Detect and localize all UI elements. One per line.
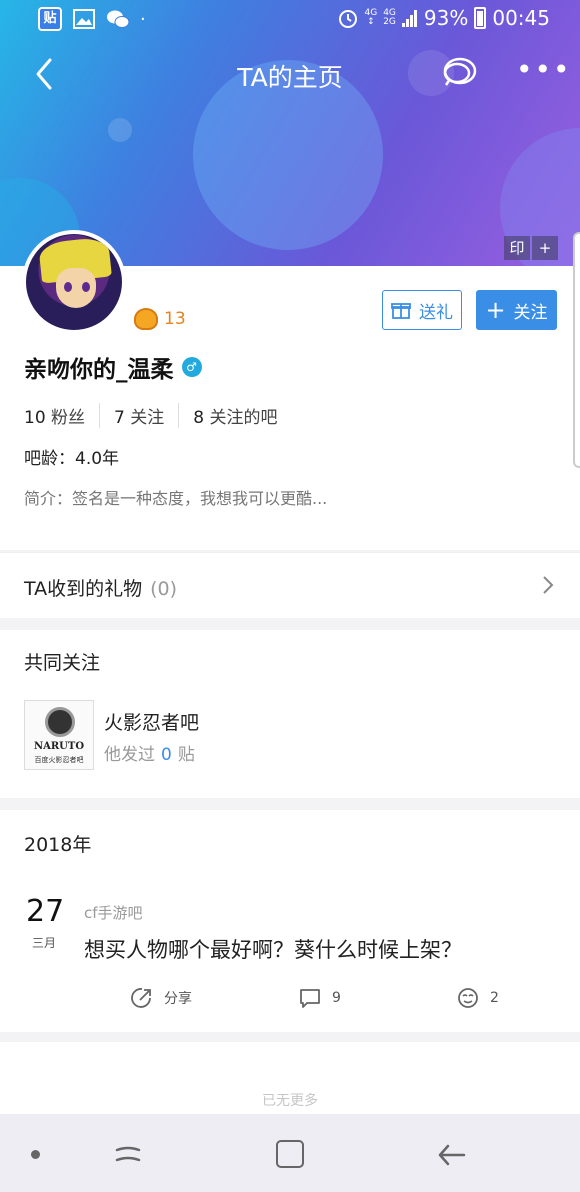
add-cover-button[interactable]: + <box>532 236 558 260</box>
clock: 00:45 <box>492 6 550 30</box>
nav-dot-icon[interactable] <box>31 1150 40 1159</box>
username-text: 亲吻你的_温柔 <box>24 357 174 383</box>
send-gift-label: 送礼 <box>419 302 453 323</box>
comment-count: 9 <box>332 990 341 1006</box>
decor-bubble <box>108 118 132 142</box>
stat-fans[interactable]: 10 粉丝 <box>24 403 101 428</box>
no-more-text: 已无更多 <box>262 1093 318 1109</box>
home-icon[interactable] <box>276 1140 304 1168</box>
post-actions: 分享 9 2 <box>0 986 580 1016</box>
more-options-icon[interactable]: ••• <box>516 56 570 86</box>
wechat-icon <box>107 10 130 28</box>
avatar-eye <box>64 282 72 292</box>
post-day: 27 <box>26 894 65 929</box>
gender-badge-icon: ♂ <box>181 357 202 377</box>
section-title: 共同关注 <box>24 652 101 674</box>
page-title: TA的主页 <box>237 63 343 92</box>
signal-icon <box>401 10 417 27</box>
profile-header-banner: 贴 · 4G ↕ 4G 2G 93% 00:45 TA的主页 ••• 印 + <box>0 0 580 268</box>
gifts-count: (0) <box>150 578 178 600</box>
top-nav: TA的主页 ••• <box>0 48 580 100</box>
alarm-icon <box>338 10 357 28</box>
thumb-subtitle: 百度火影忍者吧 <box>34 756 84 764</box>
like-count: 2 <box>490 990 499 1006</box>
notification-dot: · <box>140 8 146 30</box>
share-icon <box>131 988 151 1008</box>
share-button[interactable]: 分享 <box>130 986 192 1010</box>
bar-post-count: 他发过 0 贴 <box>104 745 195 765</box>
send-gift-button[interactable]: 送礼 <box>382 290 462 330</box>
gallery-icon <box>73 9 95 29</box>
level-number: 13 <box>164 309 186 329</box>
network-4g-indicator: 4G ↕ <box>364 8 378 27</box>
bar-name[interactable]: 火影忍者吧 <box>104 708 199 735</box>
scroll-indicator[interactable] <box>573 232 580 468</box>
profile-intro: 简介：签名是一种态度，我想我可以更酷... <box>24 489 328 508</box>
post-timeline: 2018年 27 三月 cf手游吧 想买人物哪个最好啊？葵什么时候上架？ 分享 … <box>0 810 580 1032</box>
chevron-right-icon <box>543 576 554 594</box>
user-level[interactable]: 13 <box>134 308 186 330</box>
common-follows-section: 共同关注 NARUTO 百度火影忍者吧 火影忍者吧 他发过 0 贴 <box>0 630 580 798</box>
network-4g2g-indicator: 4G 2G <box>383 8 396 27</box>
like-button[interactable]: 2 <box>456 986 499 1010</box>
bar-thumbnail[interactable]: NARUTO 百度火影忍者吧 <box>24 700 94 770</box>
post-bar-name[interactable]: cf手游吧 <box>84 902 143 923</box>
avatar-face <box>56 268 96 308</box>
stamp-button[interactable]: 印 <box>504 236 530 260</box>
profile-stats: 10 粉丝 7 关注 8 关注的吧 <box>24 403 306 428</box>
timeline-year: 2018年 <box>24 834 92 856</box>
stat-followed-bars[interactable]: 8 关注的吧 <box>193 403 291 428</box>
gift-icon <box>391 303 411 319</box>
avatar[interactable] <box>22 230 126 334</box>
battery-percent: 93% <box>423 6 469 30</box>
system-back-icon[interactable] <box>436 1140 468 1170</box>
follow-label: 关注 <box>513 302 548 323</box>
bar-age: 吧龄：4.0年 <box>24 449 120 469</box>
comment-button[interactable]: 9 <box>298 986 341 1010</box>
status-bar: 贴 · 4G ↕ 4G 2G 93% 00:45 <box>0 0 580 38</box>
follow-button[interactable]: + 关注 <box>476 290 557 330</box>
end-of-list: 已无更多 <box>0 1042 580 1114</box>
like-face-icon <box>458 988 478 1008</box>
username: 亲吻你的_温柔 ♂ <box>24 350 202 384</box>
avatar-eye <box>82 282 90 292</box>
share-label: 分享 <box>164 991 192 1007</box>
post-month: 三月 <box>32 936 57 950</box>
comment-icon <box>300 989 320 1008</box>
received-gifts-row[interactable]: TA收到的礼物 (0) <box>0 552 580 618</box>
recent-apps-icon[interactable] <box>113 1140 143 1170</box>
plus-icon: + <box>485 296 506 324</box>
thumb-title: NARUTO <box>33 741 85 752</box>
battery-icon <box>474 7 487 29</box>
system-nav-bar <box>0 1114 580 1192</box>
tieba-app-icon: 贴 <box>38 7 62 31</box>
stat-following[interactable]: 7 关注 <box>114 403 180 428</box>
gifts-label: TA收到的礼物 (0) <box>24 578 178 600</box>
chat-icon[interactable] <box>440 55 478 91</box>
post-title[interactable]: 想买人物哪个最好啊？葵什么时候上架？ <box>84 934 462 964</box>
header-actions: 印 + <box>504 236 558 260</box>
naruto-logo-icon <box>45 707 75 737</box>
level-badge-icon <box>134 308 158 330</box>
